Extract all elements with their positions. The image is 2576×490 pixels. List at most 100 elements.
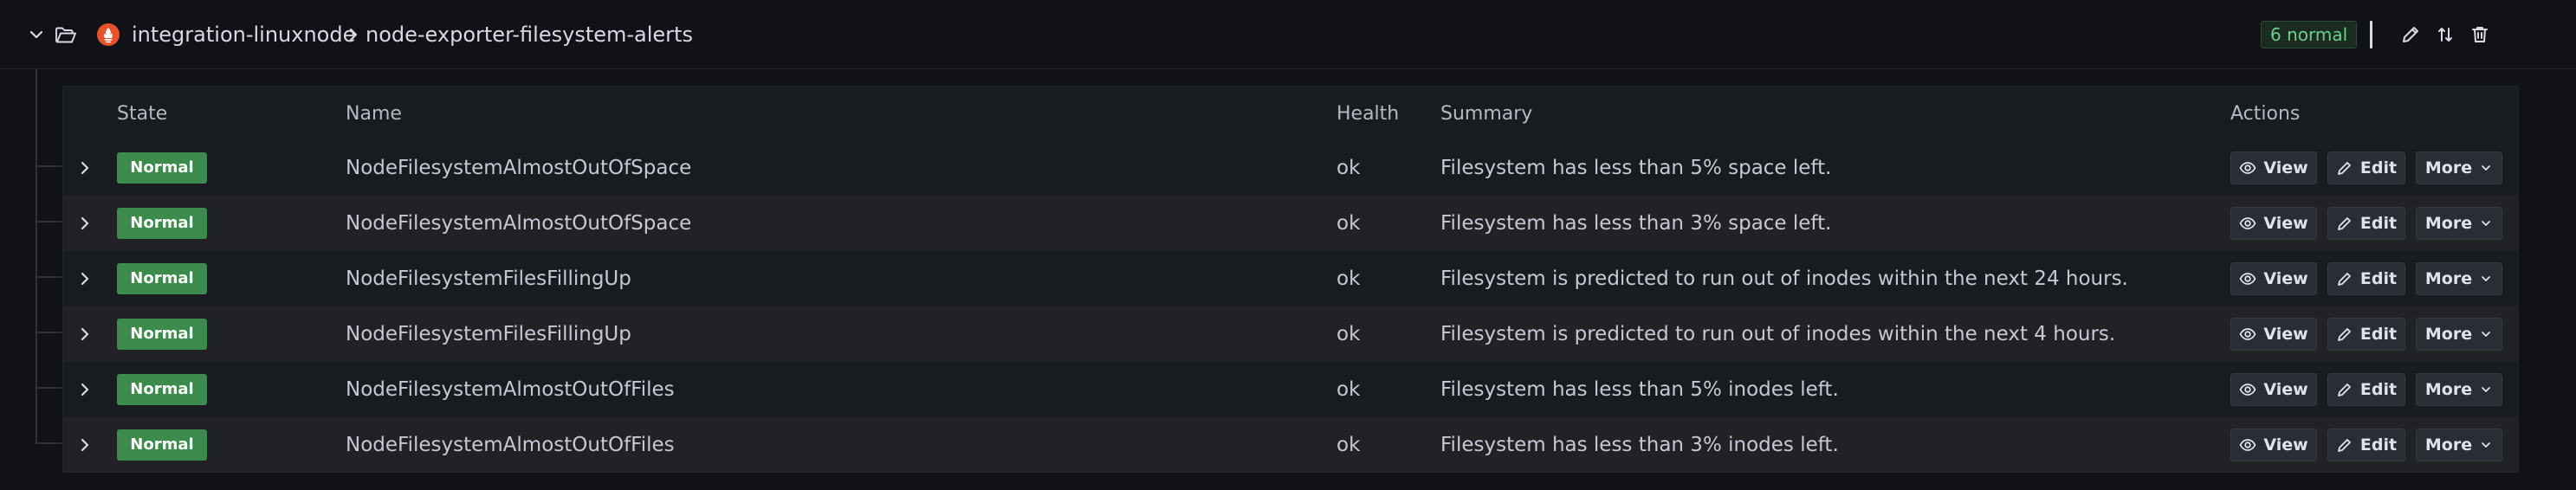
rules-table: State Name Health Summary Actions Normal…	[62, 86, 2519, 473]
state-badge: Normal	[117, 263, 207, 294]
column-header-state: State	[117, 103, 168, 125]
folder-open-icon	[54, 23, 78, 47]
rule-name: NodeFilesystemAlmostOutOfSpace	[346, 157, 692, 179]
chevron-right-icon[interactable]	[75, 435, 94, 455]
view-button[interactable]: View	[2230, 318, 2317, 351]
more-button[interactable]: More	[2416, 262, 2502, 295]
tree-branch	[36, 387, 61, 389]
more-label: More	[2424, 158, 2473, 177]
view-label: View	[2263, 435, 2308, 455]
view-label: View	[2263, 158, 2308, 177]
chevron-right-icon[interactable]	[75, 268, 94, 289]
rule-health: ok	[1337, 268, 1361, 290]
more-button[interactable]: More	[2416, 152, 2502, 184]
rule-summary: Filesystem has less than 5% inodes left.	[1440, 378, 1839, 401]
chevron-down-icon	[2479, 272, 2493, 286]
eye-icon	[2239, 159, 2256, 177]
rule-name: NodeFilesystemAlmostOutOfFiles	[346, 434, 675, 456]
column-header-name: Name	[346, 103, 402, 125]
table-row: Normal NodeFilesystemAlmostOutOfFiles ok…	[63, 417, 2518, 473]
rule-summary: Filesystem has less than 5% space left.	[1440, 157, 1832, 179]
eye-icon	[2239, 270, 2256, 287]
rule-name: NodeFilesystemFilesFillingUp	[346, 268, 631, 290]
table-row: Normal NodeFilesystemAlmostOutOfSpace ok…	[63, 140, 2518, 196]
chevron-down-icon	[2479, 216, 2493, 230]
tree-branch	[36, 165, 61, 167]
eye-icon	[2239, 381, 2256, 398]
view-button[interactable]: View	[2230, 262, 2317, 295]
table-header: State Name Health Summary Actions	[63, 87, 2518, 140]
edit-label: Edit	[2359, 158, 2398, 177]
state-badge: Normal	[117, 152, 207, 184]
pen-icon	[2336, 215, 2353, 232]
more-label: More	[2424, 325, 2473, 344]
table-row: Normal NodeFilesystemFilesFillingUp ok F…	[63, 251, 2518, 306]
chevron-right-icon[interactable]	[75, 379, 94, 400]
table-row: Normal NodeFilesystemFilesFillingUp ok F…	[63, 306, 2518, 362]
edit-button[interactable]: Edit	[2327, 262, 2405, 295]
more-button[interactable]: More	[2416, 207, 2502, 240]
state-badge: Normal	[117, 374, 207, 405]
view-label: View	[2263, 269, 2308, 288]
group-header: integration-linuxnode node-exporter-file…	[0, 0, 2576, 69]
edit-label: Edit	[2359, 214, 2398, 233]
edit-button[interactable]: Edit	[2327, 318, 2405, 351]
edit-label: Edit	[2359, 269, 2398, 288]
pen-icon	[2336, 326, 2353, 343]
view-button[interactable]: View	[2230, 373, 2317, 406]
tree-branch	[36, 276, 61, 278]
rule-health: ok	[1337, 212, 1361, 235]
prometheus-icon	[96, 23, 120, 47]
namespace-name[interactable]: integration-linuxnode	[132, 19, 355, 50]
rule-summary: Filesystem is predicted to run out of in…	[1440, 323, 2116, 345]
view-button[interactable]: View	[2230, 207, 2317, 240]
rule-summary: Filesystem is predicted to run out of in…	[1440, 268, 2128, 290]
chevron-right-icon[interactable]	[75, 324, 94, 345]
chevron-down-icon	[2479, 383, 2493, 397]
edit-button[interactable]: Edit	[2327, 207, 2405, 240]
column-header-health: Health	[1337, 103, 1400, 125]
edit-label: Edit	[2359, 435, 2398, 455]
edit-label: Edit	[2359, 325, 2398, 344]
chevron-right-icon[interactable]	[75, 213, 94, 234]
group-name[interactable]: node-exporter-filesystem-alerts	[366, 19, 693, 50]
edit-button[interactable]: Edit	[2327, 152, 2405, 184]
edit-label: Edit	[2359, 380, 2398, 399]
rule-summary: Filesystem has less than 3% space left.	[1440, 212, 1832, 235]
more-label: More	[2424, 269, 2473, 288]
table-row: Normal NodeFilesystemAlmostOutOfSpace ok…	[63, 196, 2518, 251]
chevron-right-icon[interactable]	[75, 158, 94, 178]
edit-button[interactable]: Edit	[2327, 429, 2405, 461]
more-button[interactable]: More	[2416, 429, 2502, 461]
chevron-down-icon	[2479, 161, 2493, 175]
pen-icon	[2336, 159, 2353, 177]
chevron-down-icon[interactable]	[26, 24, 47, 45]
view-button[interactable]: View	[2230, 152, 2317, 184]
rule-name: NodeFilesystemAlmostOutOfSpace	[346, 212, 692, 235]
pen-icon[interactable]	[2399, 23, 2422, 46]
rule-name: NodeFilesystemFilesFillingUp	[346, 323, 631, 345]
edit-button[interactable]: Edit	[2327, 373, 2405, 406]
tree-branch	[36, 332, 61, 333]
chevron-down-icon	[2479, 327, 2493, 341]
more-label: More	[2424, 214, 2473, 233]
trash-icon[interactable]	[2469, 23, 2491, 46]
more-label: More	[2424, 435, 2473, 455]
column-header-summary: Summary	[1440, 103, 1533, 125]
eye-icon	[2239, 326, 2256, 343]
rule-health: ok	[1337, 434, 1361, 456]
more-button[interactable]: More	[2416, 373, 2502, 406]
pen-icon	[2336, 381, 2353, 398]
view-label: View	[2263, 380, 2308, 399]
view-button[interactable]: View	[2230, 429, 2317, 461]
sort-icon[interactable]	[2434, 23, 2456, 46]
view-label: View	[2263, 214, 2308, 233]
tree-branch	[36, 442, 61, 444]
more-button[interactable]: More	[2416, 318, 2502, 351]
view-label: View	[2263, 325, 2308, 344]
rule-health: ok	[1337, 323, 1361, 345]
chevron-down-icon	[2479, 438, 2493, 452]
eye-icon	[2239, 436, 2256, 454]
alert-rule-group: integration-linuxnode node-exporter-file…	[0, 0, 2576, 490]
rule-summary: Filesystem has less than 3% inodes left.	[1440, 434, 1839, 456]
